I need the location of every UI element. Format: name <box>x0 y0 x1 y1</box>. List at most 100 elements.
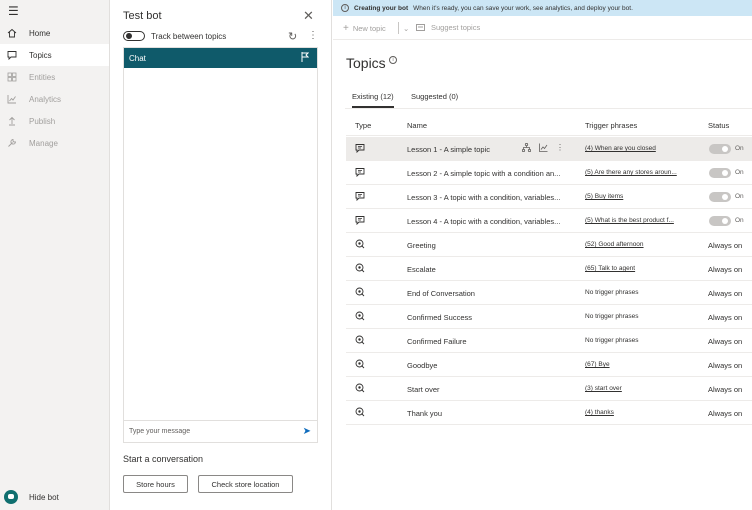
topic-chat-icon <box>355 143 365 154</box>
sidebar-item-manage[interactable]: Manage <box>0 132 109 154</box>
command-bar: + New topic ⌄ Suggest topics <box>333 16 752 40</box>
table-row[interactable]: Lesson 4 - A topic with a condition, var… <box>346 209 752 233</box>
plus-icon: + <box>343 23 349 34</box>
track-topics-toggle[interactable]: Track between topics <box>123 31 226 41</box>
topic-name[interactable]: Confirmed Failure <box>407 337 572 346</box>
topic-name[interactable]: Lesson 3 - A topic with a condition, var… <box>407 193 572 202</box>
topic-chat-icon <box>355 215 365 226</box>
table-row[interactable]: Start over (3) start over Always on <box>346 377 752 401</box>
table-row[interactable]: End of Conversation No trigger phrases Alw… <box>346 281 752 305</box>
info-icon[interactable]: i <box>389 56 397 64</box>
topic-name[interactable]: Goodbye <box>407 361 572 370</box>
chat-icon <box>7 50 17 61</box>
topic-status-toggle[interactable] <box>709 144 731 154</box>
system-topic-icon <box>355 311 365 321</box>
refresh-icon[interactable]: ↻ <box>288 30 297 43</box>
topic-name[interactable]: Lesson 4 - A topic with a condition, var… <box>407 217 572 226</box>
track-topics-label: Track between topics <box>151 31 227 41</box>
close-icon[interactable]: ✕ <box>303 8 314 24</box>
chevron-down-icon[interactable]: ⌄ <box>398 22 409 34</box>
sidebar-item-label: Publish <box>29 116 56 126</box>
topic-name[interactable]: Lesson 1 - A simple topic <box>407 145 517 154</box>
status-label: Always on <box>708 337 743 346</box>
hide-bot-label: Hide bot <box>29 492 59 502</box>
message-input[interactable]: Type your message ➤ <box>124 420 317 442</box>
toggle-switch[interactable] <box>123 31 145 41</box>
table-row[interactable]: Thank you (4) thanks Always on <box>346 401 752 425</box>
hide-bot-button[interactable]: Hide bot <box>4 490 59 504</box>
table-row[interactable]: Confirmed Failure No trigger phrases Alway… <box>346 329 752 353</box>
topic-status-toggle[interactable] <box>709 168 731 178</box>
message-input-placeholder: Type your message <box>129 428 191 435</box>
trigger-phrases[interactable]: (52) Good afternoon <box>585 241 700 248</box>
more-options-icon[interactable]: ⋮ <box>556 143 564 152</box>
table-row[interactable]: Lesson 3 - A topic with a condition, var… <box>346 185 752 209</box>
trigger-phrases[interactable]: (67) Bye <box>585 361 700 368</box>
store-hours-button[interactable]: Store hours <box>123 475 188 493</box>
column-status[interactable]: Status <box>708 121 729 130</box>
sidebar-item-label: Manage <box>29 138 58 148</box>
upload-icon <box>7 116 17 126</box>
new-topic-button[interactable]: + New topic <box>343 23 386 34</box>
more-options-icon[interactable]: ⋮ <box>308 30 318 41</box>
trigger-phrases[interactable]: (65) Talk to agent <box>585 265 700 272</box>
suggest-topics-label: Suggest topics <box>431 23 481 32</box>
suggest-topics-button[interactable]: Suggest topics <box>416 23 480 32</box>
topic-name[interactable]: Greeting <box>407 241 572 250</box>
column-name[interactable]: Name <box>407 121 427 130</box>
table-row[interactable]: Lesson 1 - A simple topic ⋮ (4) When are y… <box>346 137 752 161</box>
bot-icon <box>4 490 18 504</box>
table-row[interactable]: Confirmed Success No trigger phrases Alway… <box>346 305 752 329</box>
topic-name[interactable]: Thank you <box>407 409 572 418</box>
trigger-phrases[interactable]: (4) When are you closed <box>585 145 700 152</box>
topic-name[interactable]: Lesson 2 - A simple topic with a conditi… <box>407 169 572 178</box>
suggest-icon <box>416 24 425 31</box>
tab-divider <box>345 108 752 109</box>
table-row[interactable]: Greeting (52) Good afternoon Always on <box>346 233 752 257</box>
table-row[interactable]: Lesson 2 - A simple topic with a conditi… <box>346 161 752 185</box>
status-label: Always on <box>708 289 743 298</box>
status-label: Always on <box>708 409 743 418</box>
banner-text: When it's ready, you can save your work,… <box>413 4 633 12</box>
trigger-phrases[interactable]: (3) start over <box>585 385 700 392</box>
test-bot-title: Test bot <box>123 10 162 22</box>
send-icon[interactable]: ➤ <box>303 426 311 437</box>
check-store-location-button[interactable]: Check store location <box>198 475 293 493</box>
status-label: Always on <box>708 361 743 370</box>
hierarchy-icon[interactable] <box>522 143 531 152</box>
trigger-phrases[interactable]: (5) Buy items <box>585 193 700 200</box>
system-topic-icon <box>355 359 365 369</box>
table-row[interactable]: Goodbye (67) Bye Always on <box>346 353 752 377</box>
topic-status-toggle[interactable] <box>709 216 731 226</box>
tab-existing[interactable]: Existing (12) <box>352 92 394 108</box>
hamburger-icon[interactable]: ☰ <box>8 4 19 18</box>
column-type[interactable]: Type <box>355 121 371 130</box>
topic-name[interactable]: Confirmed Success <box>407 313 572 322</box>
sidebar-item-topics[interactable]: Topics <box>0 44 109 66</box>
system-topic-icon <box>355 407 365 417</box>
tab-suggested[interactable]: Suggested (0) <box>411 92 458 101</box>
trigger-phrases: No trigger phrases <box>585 313 639 320</box>
column-trigger-phrases[interactable]: Trigger phrases <box>585 121 637 130</box>
topic-name[interactable]: Escalate <box>407 265 572 274</box>
analytics-icon[interactable] <box>539 143 548 152</box>
sidebar-item-publish[interactable]: Publish <box>0 110 109 132</box>
left-nav: ☰ Home Topics Entities Analytics Publish Mana… <box>0 0 110 510</box>
trigger-phrases[interactable]: (4) thanks <box>585 409 700 416</box>
chat-header-label: Chat <box>129 53 146 63</box>
sidebar-item-home[interactable]: Home <box>0 22 109 44</box>
sidebar-item-label: Topics <box>29 50 52 60</box>
flag-icon[interactable] <box>301 52 309 62</box>
sidebar-item-analytics[interactable]: Analytics <box>0 88 109 110</box>
topic-name[interactable]: Start over <box>407 385 572 394</box>
trigger-phrases[interactable]: (5) Are there any stores aroun... <box>585 169 700 176</box>
trigger-phrases[interactable]: (5) What is the best product f... <box>585 217 700 224</box>
sidebar-item-entities[interactable]: Entities <box>0 66 109 88</box>
sidebar-item-label: Analytics <box>29 94 62 104</box>
table-row[interactable]: Escalate (65) Talk to agent Always on <box>346 257 752 281</box>
topic-status-toggle[interactable] <box>709 192 731 202</box>
status-label: On <box>735 145 744 152</box>
sidebar-item-label: Home <box>29 28 51 38</box>
topic-name[interactable]: End of Conversation <box>407 289 572 298</box>
sidebar-item-label: Entities <box>29 72 56 82</box>
